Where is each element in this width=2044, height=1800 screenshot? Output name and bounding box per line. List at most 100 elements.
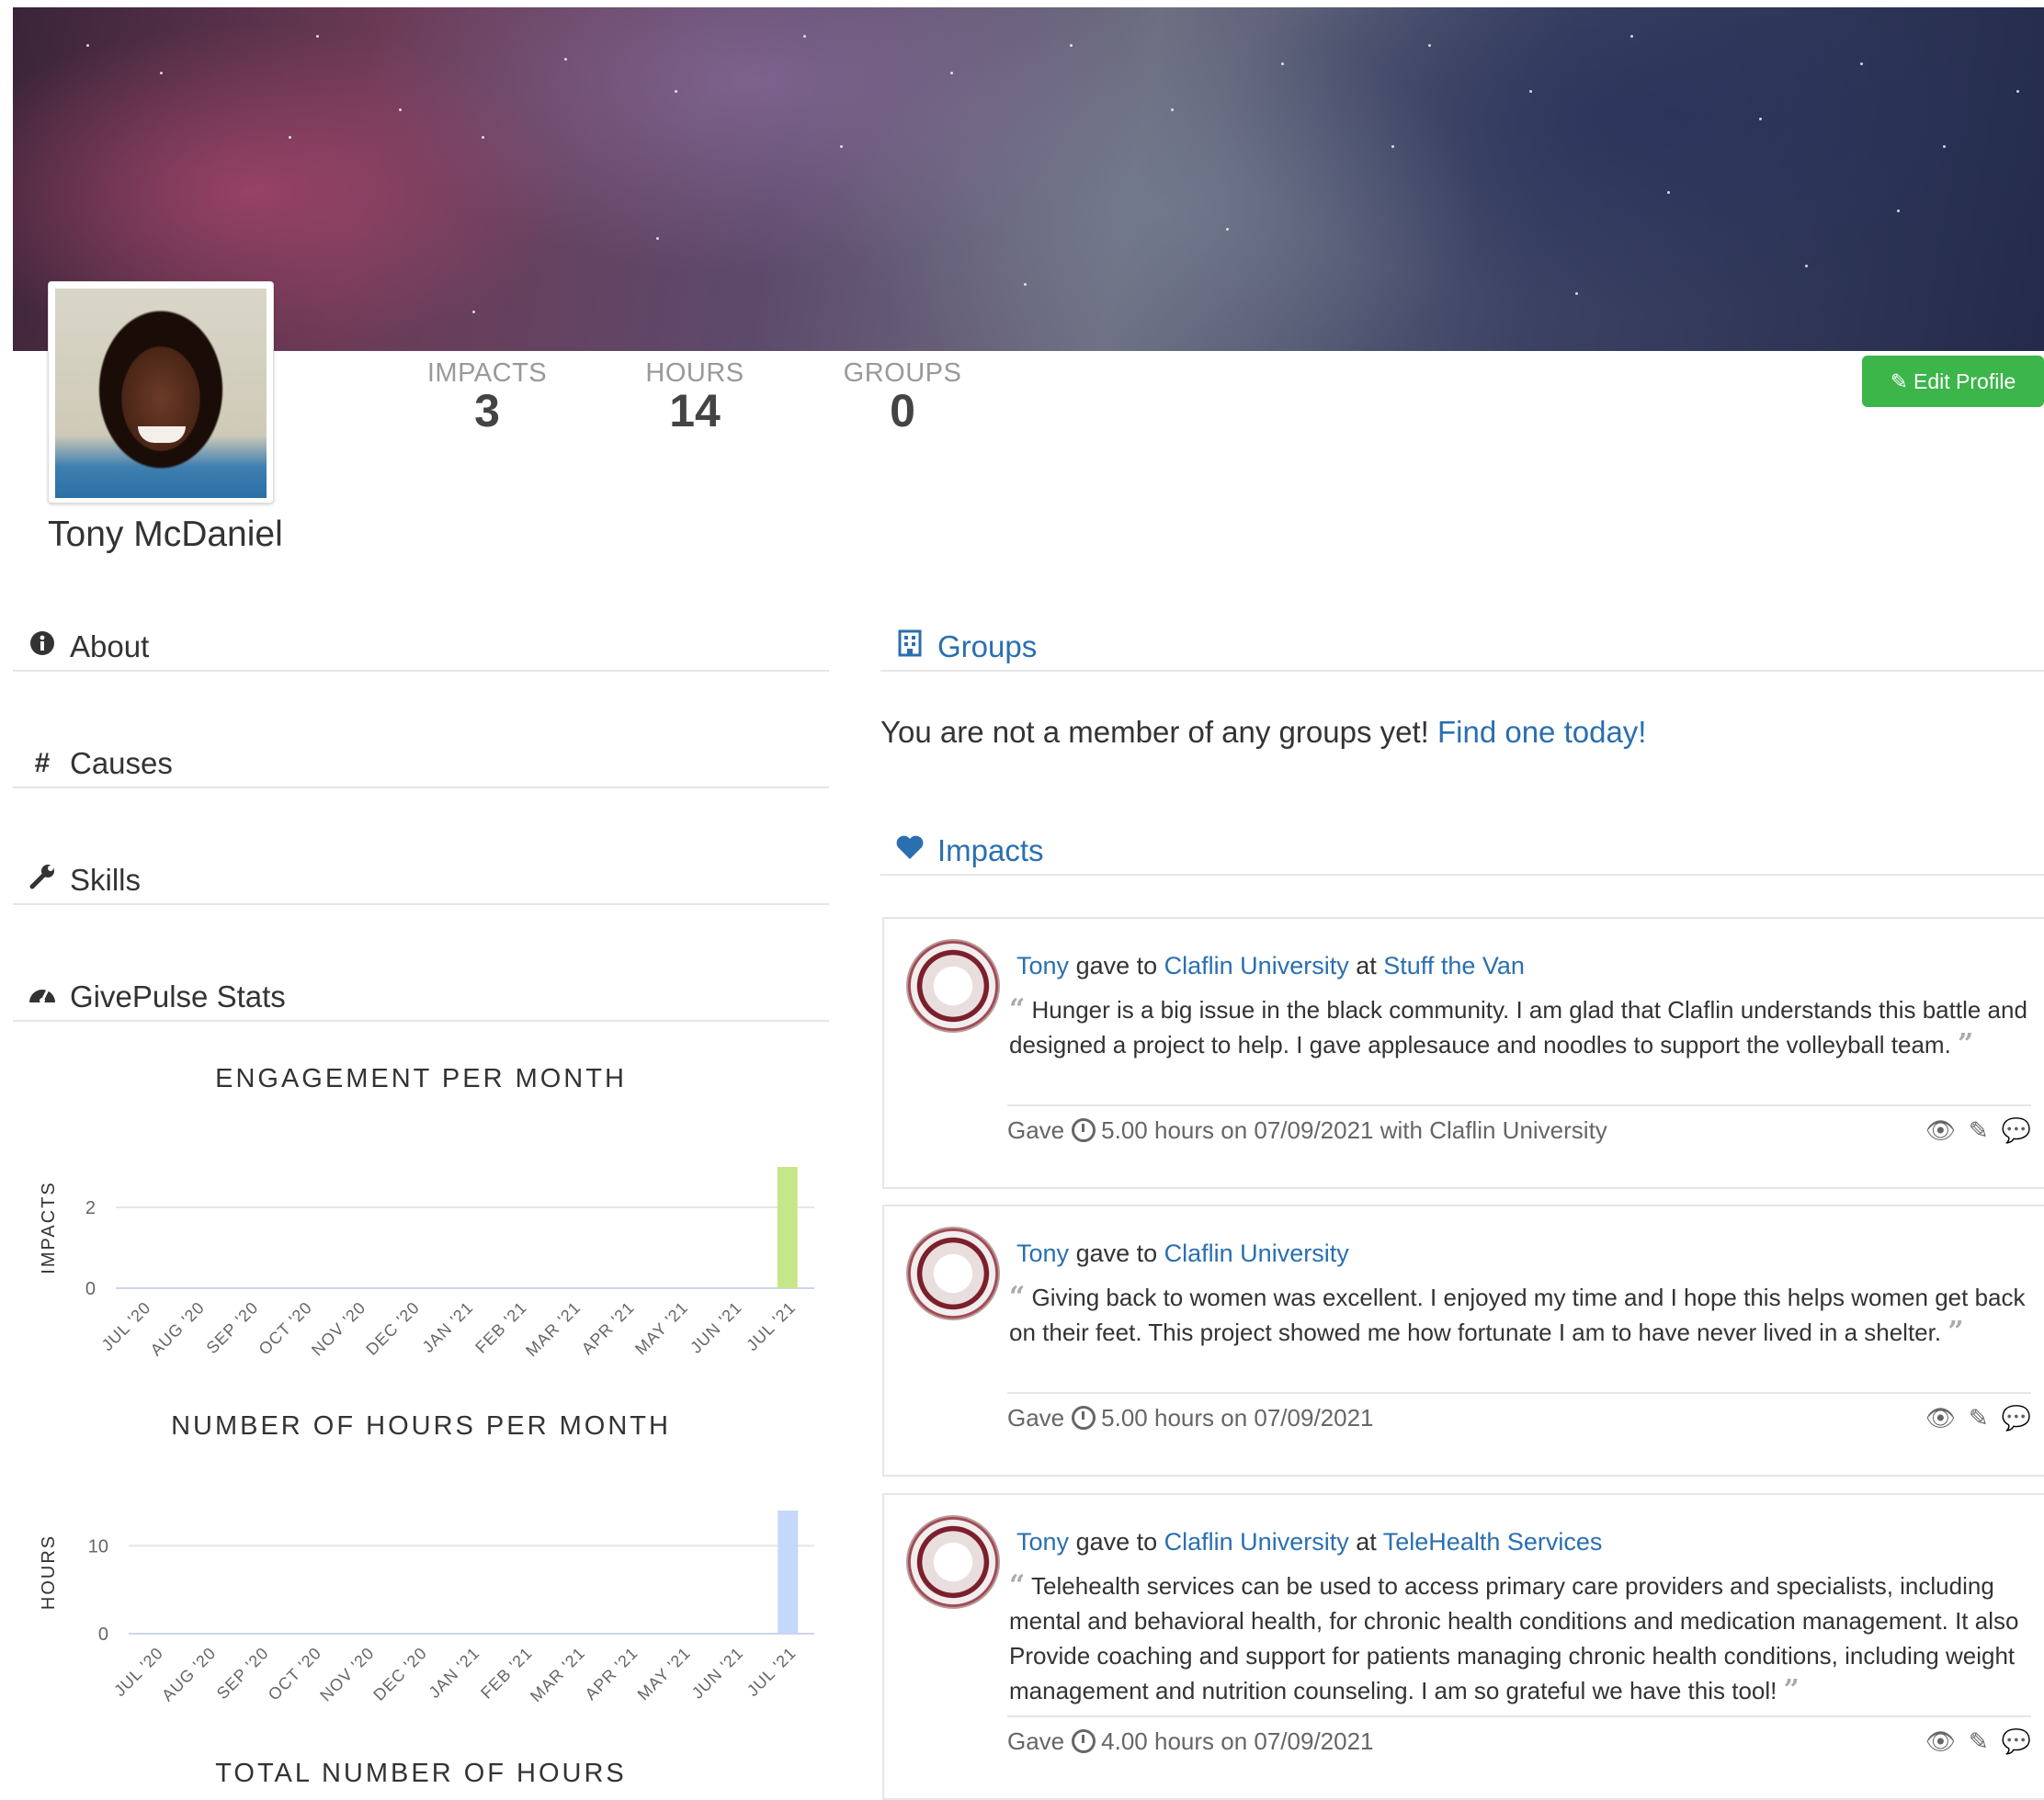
star [950,72,953,74]
event-link[interactable]: TeleHealth Services [1383,1528,1603,1556]
stat-groups[interactable]: GROUPS 0 [820,358,985,436]
y-tick-label: 0 [98,1625,108,1645]
stat-value: 0 [890,385,915,436]
hash-icon: # [34,748,51,778]
close-quote-icon: ” [1958,1028,1974,1060]
stat-value: 14 [669,385,721,436]
org-link[interactable]: Claflin University [1164,952,1349,979]
at-text: at [1356,952,1377,979]
x-tick-label: FEB '21 [471,1298,530,1357]
gave-to-text: gave to [1075,1240,1158,1267]
x-tick-label: OCT '20 [265,1644,325,1704]
find-group-link[interactable]: Find one today! [1437,715,1647,749]
star [656,237,659,240]
info-icon [22,630,62,663]
eye-icon[interactable]: 👁 [1925,1116,1956,1145]
stat-impacts[interactable]: IMPACTS 3 [404,358,570,436]
x-tick-label: AUG '20 [147,1298,209,1360]
comment-icon[interactable]: 💬 [2002,1727,2031,1756]
impact-footer: Gave 5.00 hours on 07/09/2021 👁 ✎ 💬 [1007,1392,2031,1442]
groups-message-text: You are not a member of any groups yet! [880,715,1429,749]
star [1759,118,1762,120]
x-tick-label: APR '21 [578,1298,638,1358]
section-about[interactable]: About [13,624,829,672]
event-link[interactable]: Stuff the Van [1383,952,1525,979]
user-link[interactable]: Tony [1016,952,1069,979]
impacts-header[interactable]: Impacts [880,828,2044,876]
close-quote-icon: ” [1783,1674,1800,1706]
impact-card[interactable]: Tony gave to Claflin University at TeleH… [882,1493,2044,1800]
hours-chart-title: NUMBER OF HOURS PER MONTH [171,1411,671,1441]
star [803,35,806,38]
x-tick-label: JAN '21 [419,1298,477,1356]
pencil-icon[interactable]: ✎ [1969,1727,1989,1756]
y-tick-label: 10 [88,1536,108,1557]
star [1226,228,1229,231]
user-link[interactable]: Tony [1016,1240,1069,1267]
groups-header[interactable]: Groups [880,624,2044,672]
edit-profile-label: Edit Profile [1913,368,2016,393]
comment-icon[interactable]: 💬 [2002,1404,2031,1432]
star [1897,209,1900,212]
bar [778,1511,799,1634]
user-link[interactable]: Tony [1016,1528,1069,1556]
star [1428,44,1431,47]
star [482,136,484,139]
y-axis-label: IMPACTS [39,1181,59,1274]
star [316,35,319,38]
x-tick-label: NOV '20 [316,1644,378,1705]
section-label: GivePulse Stats [70,979,286,1013]
avatar[interactable] [48,281,274,504]
section-causes[interactable]: # Causes [13,741,829,788]
groups-empty-message: You are not a member of any groups yet! … [880,715,1646,750]
comment-icon[interactable]: 💬 [2002,1116,2031,1145]
x-tick-label: MAY '21 [634,1644,695,1704]
bar [777,1167,798,1288]
x-tick-label: DEC '20 [369,1644,430,1704]
y-axis-label: HOURS [39,1534,59,1610]
impact-quote-text: Giving back to women was excellent. I en… [1009,1284,2026,1346]
pencil-icon[interactable]: ✎ [1969,1116,1989,1145]
cover-banner [13,7,2044,351]
star [1171,108,1174,111]
impact-headline: Tony gave to Claflin University at TeleH… [1016,1528,1602,1557]
clock-icon [1072,1406,1096,1430]
x-tick-label: MAY '21 [631,1298,692,1359]
eye-icon[interactable]: 👁 [1925,1727,1956,1756]
impact-card[interactable]: Tony gave to Claflin University at Stuff… [882,917,2044,1189]
section-givepulse-stats[interactable]: GivePulse Stats [13,974,829,1022]
org-link[interactable]: Claflin University [1164,1528,1349,1556]
edit-profile-button[interactable]: ✎ Edit Profile [1862,356,2044,407]
x-tick-label: JUN '21 [687,1298,745,1357]
section-skills[interactable]: Skills [13,857,829,905]
org-link[interactable]: Claflin University [1164,1240,1349,1267]
gave-to-text: gave to [1075,1528,1158,1556]
star [160,72,163,74]
pencil-icon[interactable]: ✎ [1969,1404,1989,1432]
star [289,136,291,139]
section-label: About [70,629,150,663]
star [1943,145,1946,148]
close-quote-icon: ” [1947,1316,1964,1348]
org-seal-icon[interactable] [906,939,1000,1033]
impact-quote-text: Hunger is a big issue in the black commu… [1009,996,2027,1058]
gave-label: Gave [1007,1115,1065,1144]
stat-hours[interactable]: HOURS 14 [612,358,778,436]
stat-value: 3 [474,385,500,436]
impact-quote: “ Giving back to women was excellent. I … [1009,1280,2027,1381]
section-label: Causes [70,746,173,780]
section-label: Skills [70,863,142,897]
clock-icon [1072,1729,1096,1753]
impact-card[interactable]: Tony gave to Claflin University “ Giving… [882,1205,2044,1477]
impact-detail: 4.00 hours on 07/09/2021 [1101,1726,1374,1755]
star [1070,44,1073,47]
org-seal-icon[interactable] [906,1515,1000,1609]
x-tick-label: DEC '20 [362,1298,423,1359]
x-tick-label: JUL '21 [743,1298,799,1354]
eye-icon[interactable]: 👁 [1925,1404,1956,1432]
wrench-icon [22,863,62,898]
star [564,58,567,61]
org-seal-icon[interactable] [906,1227,1000,1320]
star [1805,265,1808,267]
x-tick-label: OCT '20 [255,1298,316,1359]
